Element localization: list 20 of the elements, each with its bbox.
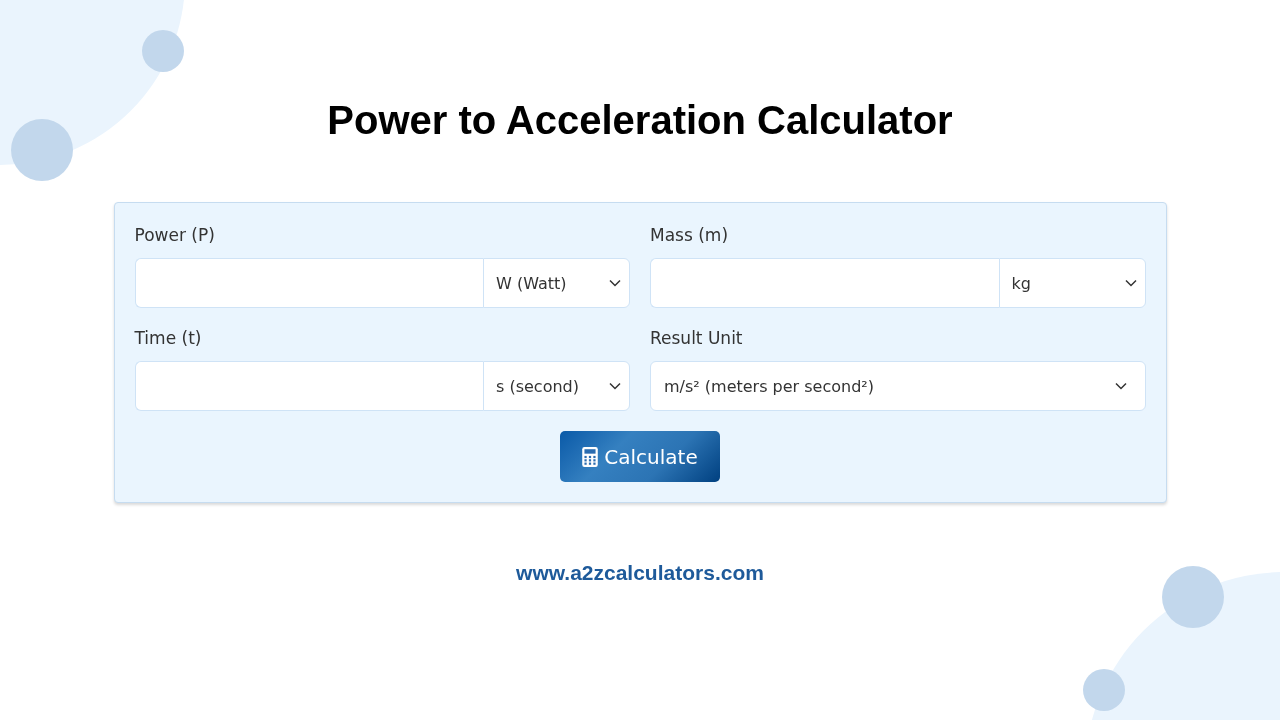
website-link[interactable]: www.a2zcalculators.com: [516, 561, 764, 585]
caret-icon: [609, 382, 621, 390]
background-circle: [1083, 669, 1125, 711]
caret-icon: [609, 279, 621, 287]
calculate-button[interactable]: Calculate: [560, 431, 720, 482]
field-label: Time (t): [134, 328, 203, 348]
result-unit-dropdown[interactable]: m/s² (meters per second²): [650, 361, 1146, 411]
caret-icon: [1124, 279, 1137, 287]
input-field[interactable]: [134, 361, 483, 411]
calculator-icon: [582, 446, 599, 467]
page-title: Power to Acceleration Calculator: [327, 97, 953, 144]
caret-icon: [1114, 382, 1127, 390]
unit-dropdown[interactable]: s (second): [483, 361, 630, 411]
field-label: Result Unit: [650, 328, 744, 348]
unit-dropdown[interactable]: W (Watt): [483, 258, 630, 308]
field-label: Mass (m): [650, 225, 730, 245]
field-label: Power (P): [134, 225, 216, 245]
input-field[interactable]: [650, 258, 999, 308]
input-field[interactable]: [134, 258, 483, 308]
unit-dropdown[interactable]: kg: [998, 258, 1146, 308]
